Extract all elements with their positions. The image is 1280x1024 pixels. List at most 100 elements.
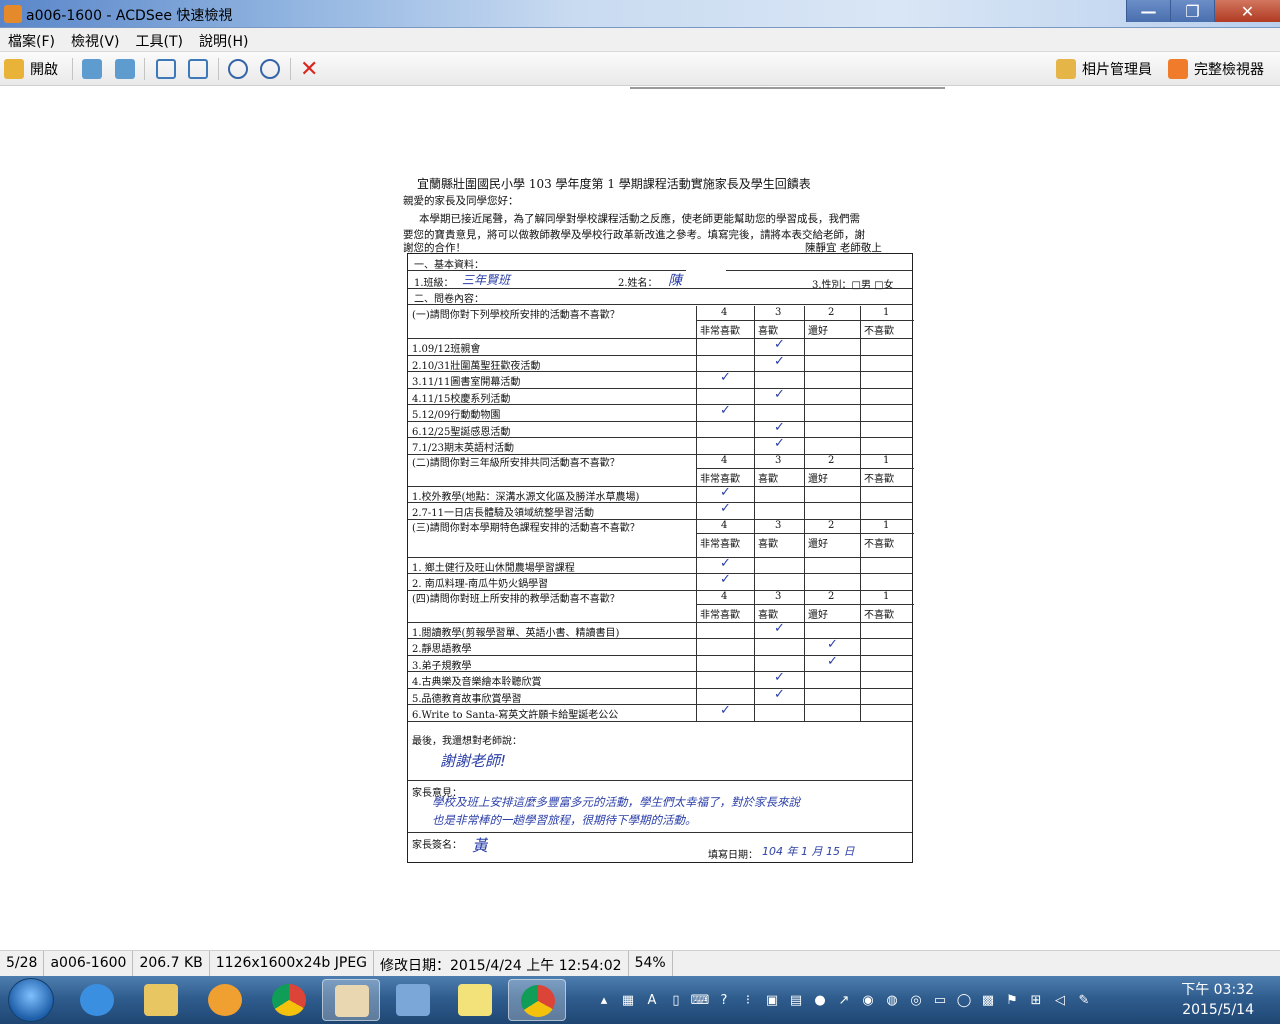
rotate-right-button[interactable] bbox=[188, 57, 208, 81]
sticky-notes-icon bbox=[458, 984, 492, 1016]
date-label: 填寫日期： bbox=[708, 850, 758, 861]
tray-settings-icon[interactable]: ⁝ bbox=[736, 989, 760, 1011]
rating-number: 3 bbox=[775, 590, 782, 602]
photo-manager-button[interactable]: 相片管理員 bbox=[1056, 57, 1152, 81]
name-label: 2.姓名： bbox=[618, 278, 658, 289]
tray-tools-icon[interactable]: ▣ bbox=[760, 989, 784, 1011]
internet-explorer-icon bbox=[80, 984, 114, 1016]
date-handwritten: 104 年 1 月 15 日 bbox=[762, 845, 855, 858]
language-icon[interactable]: A bbox=[640, 989, 664, 1011]
zoom-in-icon bbox=[228, 59, 248, 79]
window-controls: — ❐ ✕ bbox=[1126, 0, 1280, 22]
tray-expand-icon[interactable]: ▴ bbox=[592, 989, 616, 1011]
rating-number: 3 bbox=[775, 519, 782, 531]
zoom-out-button[interactable] bbox=[260, 57, 280, 81]
taskbar-ie[interactable] bbox=[68, 979, 126, 1021]
network-icon[interactable]: ⊞ bbox=[1024, 989, 1048, 1011]
table-rule bbox=[696, 320, 914, 321]
tray-briefcase-icon[interactable]: ▤ bbox=[784, 989, 808, 1011]
table-rule bbox=[408, 518, 912, 520]
handwritten-checkmark: ✓ bbox=[720, 370, 731, 385]
table-rule bbox=[408, 420, 912, 422]
tray-circle-icon[interactable]: ◯ bbox=[952, 989, 976, 1011]
rating-label: 喜歡 bbox=[758, 326, 778, 337]
open-label: 開啟 bbox=[30, 62, 58, 78]
rotate-left-button[interactable] bbox=[156, 57, 176, 81]
tray-arrow-icon[interactable]: ↗ bbox=[832, 989, 856, 1011]
zoom-in-button[interactable] bbox=[228, 57, 248, 81]
menu-help[interactable]: 說明(H) bbox=[191, 28, 256, 51]
handwritten-checkmark: ✓ bbox=[774, 353, 785, 369]
maximize-button[interactable]: ❐ bbox=[1170, 0, 1214, 22]
rating-number: 1 bbox=[883, 454, 890, 466]
section-question: (二)請問你對三年級所安排共同活動喜不喜歡？ bbox=[412, 457, 620, 469]
acdsee-app-icon[interactable] bbox=[4, 5, 22, 23]
section-question: (三)請問你對本學期特色課程安排的活動喜不喜歡？ bbox=[412, 522, 640, 534]
action-center-flag-icon[interactable]: ⚑ bbox=[1000, 989, 1024, 1011]
rating-number: 4 bbox=[721, 454, 728, 466]
monitor-icon[interactable]: ▭ bbox=[928, 989, 952, 1011]
status-bar: 5/28 a006-1600 206.7 KB 1126x1600x24b JP… bbox=[0, 950, 1280, 976]
title-bar[interactable]: a006-1600 - ACDSee 快速檢視 — ❐ ✕ bbox=[0, 0, 1280, 28]
image-viewport[interactable]: 宜蘭縣壯圍國民小學 103 學年度第 1 學期課程活動實施家長及學生回饋表 親愛… bbox=[0, 87, 1280, 950]
tray-eye-icon[interactable]: ◎ bbox=[904, 989, 928, 1011]
table-rule bbox=[408, 589, 912, 591]
taskbar-pen-app[interactable] bbox=[384, 979, 442, 1021]
rating-label: 還好 bbox=[808, 326, 828, 337]
start-button[interactable] bbox=[8, 978, 54, 1022]
taskbar-clock[interactable]: 下午 03:32 2015/5/14 bbox=[1181, 980, 1254, 1020]
table-rule bbox=[696, 603, 914, 605]
acdsee-window: a006-1600 - ACDSee 快速檢視 — ❐ ✕ 檔案(F) 檢視(V… bbox=[0, 0, 1280, 1024]
tray-pen-icon[interactable]: ✎ bbox=[1072, 989, 1096, 1011]
taskbar-explorer[interactable] bbox=[132, 979, 190, 1021]
folder-icon bbox=[144, 984, 178, 1016]
menu-view[interactable]: 檢視(V) bbox=[63, 28, 128, 51]
scan-edge-line bbox=[630, 87, 945, 89]
volume-icon[interactable]: ◁ bbox=[1048, 989, 1072, 1011]
open-button[interactable]: 開啟 bbox=[4, 57, 58, 81]
survey-item: 7.1/23期末英語村活動 bbox=[412, 443, 514, 454]
rating-label: 非常喜歡 bbox=[700, 473, 740, 485]
handwritten-checkmark: ✓ bbox=[720, 403, 731, 418]
tray-app-icon[interactable]: ▦ bbox=[616, 989, 640, 1011]
close-button[interactable]: ✕ bbox=[1214, 0, 1280, 22]
handwritten-checkmark: ✓ bbox=[827, 637, 838, 652]
basic-info-heading: 一、基本資料： bbox=[414, 260, 484, 271]
menu-file[interactable]: 檔案(F) bbox=[0, 28, 63, 51]
tray-image-icon[interactable]: ▩ bbox=[976, 989, 1000, 1011]
tray-disk-icon[interactable]: ◍ bbox=[880, 989, 904, 1011]
taskbar-chrome[interactable] bbox=[260, 979, 318, 1021]
status-zoom[interactable]: 54% bbox=[629, 951, 673, 976]
taskbar-acdsee[interactable] bbox=[322, 979, 380, 1021]
section-question: (四)請問你對班上所安排的教學活動喜不喜歡？ bbox=[412, 593, 620, 605]
minimize-button[interactable]: — bbox=[1126, 0, 1170, 22]
help-icon[interactable]: ? bbox=[712, 989, 736, 1011]
menu-tools[interactable]: 工具(T) bbox=[128, 28, 191, 51]
taskbar-chrome-window[interactable] bbox=[508, 979, 566, 1021]
menu-bar: 檔案(F) 檢視(V) 工具(T) 說明(H) bbox=[0, 28, 1280, 52]
next-image-button[interactable] bbox=[115, 57, 135, 81]
status-position: 5/28 bbox=[0, 951, 45, 976]
tray-keyboard-icon[interactable]: ⌨ bbox=[688, 989, 712, 1011]
taskbar-sticky-notes[interactable] bbox=[446, 979, 504, 1021]
status-dimensions: 1126x1600x24b JPEG bbox=[210, 951, 375, 976]
location-icon[interactable]: ◉ bbox=[856, 989, 880, 1011]
rating-label: 不喜歡 bbox=[864, 538, 894, 550]
class-handwritten: 三年賢班 bbox=[462, 273, 511, 287]
chat-icon[interactable]: ● bbox=[808, 989, 832, 1011]
rating-number: 3 bbox=[775, 307, 782, 318]
full-viewer-button[interactable]: 完整檢視器 bbox=[1168, 57, 1264, 81]
previous-image-button[interactable] bbox=[82, 57, 102, 81]
tray-window-icon[interactable]: ▯ bbox=[664, 989, 688, 1011]
table-rule bbox=[408, 453, 912, 455]
taskbar-media-player[interactable] bbox=[196, 979, 254, 1021]
table-rule bbox=[408, 371, 912, 372]
status-filename: a006-1600 bbox=[44, 951, 134, 976]
toolbar-separator bbox=[218, 58, 219, 80]
intro-line-1: 本學期已接近尾聲，為了解同學對學校課程活動之反應，使老師更能幫助您的學習成長，我… bbox=[419, 213, 860, 225]
table-rule bbox=[696, 532, 914, 534]
delete-button[interactable]: ✕ bbox=[300, 57, 318, 82]
rating-label: 非常喜歡 bbox=[700, 538, 740, 550]
column-rule bbox=[696, 518, 697, 590]
table-rule bbox=[408, 304, 912, 305]
